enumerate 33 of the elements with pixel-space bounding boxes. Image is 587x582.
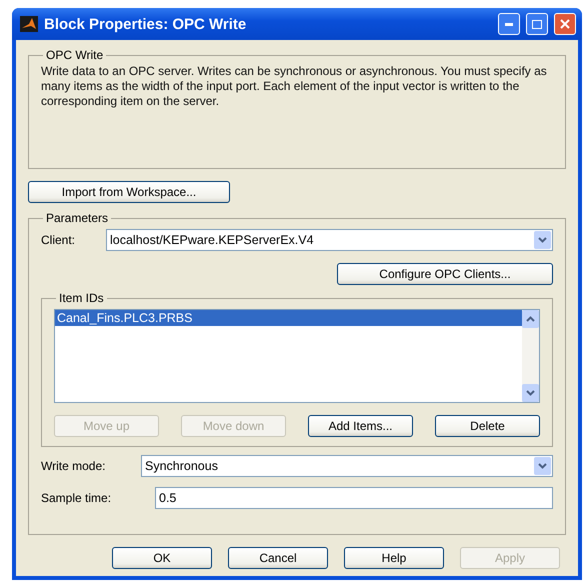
write-mode-dropdown[interactable]: Synchronous bbox=[141, 455, 553, 477]
app-logo-icon bbox=[20, 16, 38, 32]
maximize-icon bbox=[532, 20, 542, 28]
list-item[interactable]: Canal_Fins.PLC3.PRBS bbox=[55, 310, 522, 326]
maximize-button[interactable] bbox=[526, 13, 548, 35]
minimize-icon bbox=[505, 22, 513, 26]
chevron-down-icon bbox=[526, 390, 535, 396]
group-title: Parameters bbox=[45, 211, 110, 225]
close-button[interactable] bbox=[554, 13, 576, 35]
chevron-down-icon bbox=[538, 237, 547, 243]
client-dropdown[interactable]: localhost/KEPware.KEPServerEx.V4 bbox=[106, 229, 553, 251]
import-button[interactable]: Import from Workspace... bbox=[28, 181, 230, 203]
scroll-down-button[interactable] bbox=[522, 384, 539, 402]
scrollbar[interactable] bbox=[522, 310, 539, 402]
close-icon bbox=[560, 19, 570, 29]
minimize-button[interactable] bbox=[498, 13, 520, 35]
configure-button[interactable]: Configure OPC Clients... bbox=[337, 263, 553, 285]
dialog-button[interactable]: Cancel bbox=[228, 547, 328, 569]
group-title: Item IDs bbox=[58, 291, 105, 305]
dialog-button[interactable]: OK bbox=[112, 547, 212, 569]
group-title: OPC Write bbox=[45, 48, 104, 62]
sample-time-label: Sample time: bbox=[41, 491, 112, 505]
chevron-down-icon bbox=[538, 463, 547, 469]
scroll-up-button[interactable] bbox=[522, 310, 539, 328]
description-text: Write data to an OPC server. Writes can be synchronous or asynchronous. You must specify as many items as the width of the input port. Each element of the input vector is written to the corresponding item on the server. bbox=[41, 64, 548, 109]
chevron-up-icon bbox=[526, 316, 535, 322]
list-action-button[interactable]: Delete bbox=[435, 415, 540, 437]
list-action-button[interactable]: Add Items... bbox=[308, 415, 413, 437]
sample-time-field[interactable]: 0.5 bbox=[155, 487, 553, 509]
window-title: Block Properties: OPC Write bbox=[44, 16, 248, 32]
client-label: Client: bbox=[41, 233, 76, 247]
dialog-button[interactable]: Help bbox=[344, 547, 444, 569]
write-mode-label: Write mode: bbox=[41, 459, 106, 473]
